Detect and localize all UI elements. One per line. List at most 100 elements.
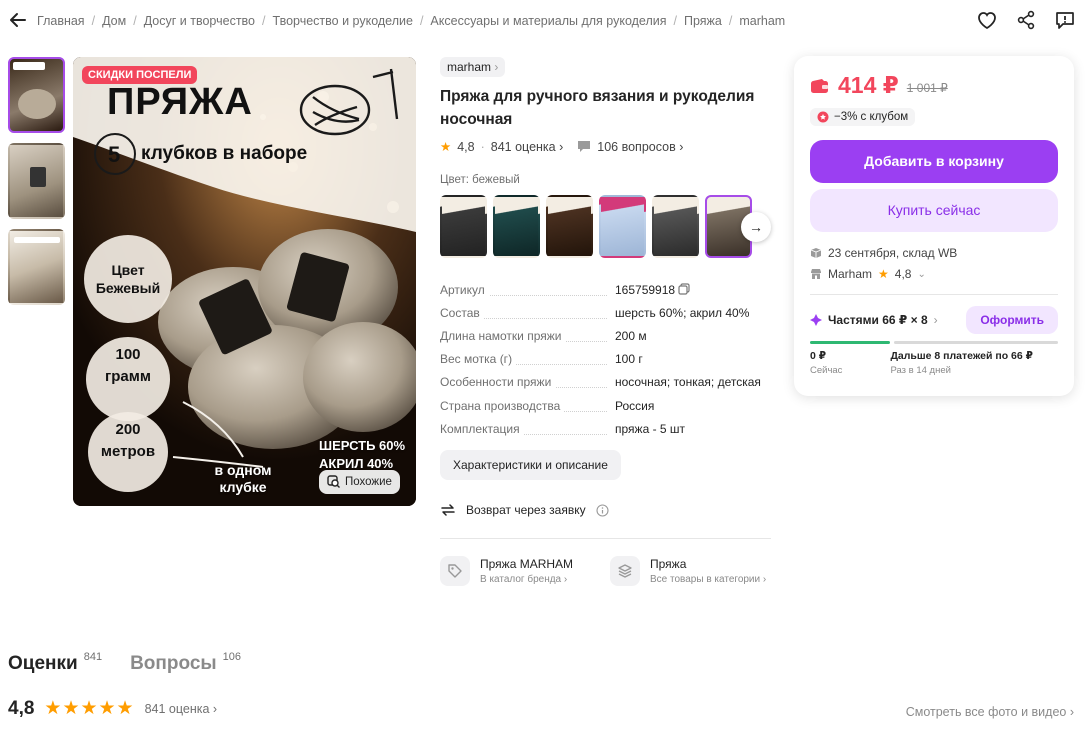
- progress-segment-remaining: [894, 341, 1058, 344]
- rating-count-link[interactable]: 841 оценка ›: [145, 702, 218, 716]
- report-icon[interactable]: [1054, 9, 1076, 31]
- spec-row: Артикул 165759918: [440, 278, 772, 301]
- tag-icon: [440, 556, 470, 587]
- all-photos-link[interactable]: Смотреть все фото и видео ›: [906, 705, 1074, 719]
- breadcrumb-item[interactable]: Творчество и рукоделие: [272, 14, 412, 28]
- chevron-right-icon: ›: [494, 60, 499, 74]
- breadcrumb-separator: /: [262, 14, 266, 28]
- seller-rating: 4,8: [894, 267, 912, 281]
- club-discount-badge[interactable]: −3% с клубом: [810, 108, 916, 126]
- category-links: Пряжа MARHAM В каталог бренда › Пряжа Все …: [440, 556, 772, 587]
- spec-key: Артикул: [440, 282, 489, 297]
- share-icon[interactable]: [1015, 9, 1037, 31]
- buy-now-button[interactable]: Купить сейчас: [810, 189, 1058, 232]
- spec-key: Длина намотки пряжи: [440, 328, 566, 343]
- color-swatch[interactable]: [652, 195, 699, 258]
- chevron-right-icon: ›: [933, 313, 938, 327]
- progress-segment-paid: [810, 341, 890, 344]
- spec-row: Страна производства Россия: [440, 394, 772, 417]
- delivery-info: 23 сентября, склад WB: [810, 246, 1058, 260]
- breadcrumb-separator: /: [673, 14, 677, 28]
- installments-row: Частями 66 ₽ × 8 › Оформить: [810, 306, 1058, 334]
- installments-text: Частями 66 ₽ × 8: [828, 313, 928, 327]
- seller-info[interactable]: Marham ★ 4,8 ⌄: [810, 267, 1058, 281]
- back-arrow-icon[interactable]: [8, 10, 28, 30]
- return-text: Возврат через заявку: [466, 503, 586, 518]
- spec-row: Особенности пряжи носочная; тонкая; детск…: [440, 371, 772, 394]
- copy-icon[interactable]: [678, 282, 691, 295]
- breadcrumb-separator: /: [91, 14, 96, 28]
- installments-schedule: 0 ₽ Сейчас Дальше 8 платежей по 66 ₽ Раз в…: [810, 350, 1058, 376]
- old-price: 1 001 ₽: [906, 80, 948, 95]
- now-amount: 0 ₽: [810, 350, 827, 362]
- color-swatch[interactable]: [599, 195, 646, 258]
- thumbnail-image[interactable]: [8, 143, 65, 219]
- dot-separator: ·: [480, 139, 485, 154]
- return-arrows-icon: [441, 504, 455, 517]
- tab-reviews-label: Оценки: [8, 653, 78, 674]
- star-icon: ★: [440, 140, 452, 154]
- breadcrumb-item[interactable]: Дом: [102, 14, 126, 28]
- spec-value: 200 м: [615, 328, 647, 343]
- shop-icon: [811, 269, 821, 279]
- breadcrumb-item[interactable]: Главная: [37, 14, 85, 28]
- category-subtitle: Все товары в категории ›: [650, 574, 767, 586]
- later-label: Раз в 14 дней: [890, 365, 951, 376]
- spec-row: Комплектация пряжа - 5 шт: [440, 417, 772, 440]
- tab-questions[interactable]: Вопросы 106: [130, 651, 241, 675]
- color-swatch[interactable]: [493, 195, 540, 258]
- characteristics-button[interactable]: Характеристики и описание: [440, 450, 621, 481]
- spec-key: Комплектация: [440, 421, 524, 436]
- now-label: Сейчас: [810, 365, 843, 376]
- breadcrumb-item[interactable]: marham: [739, 14, 785, 28]
- tab-reviews[interactable]: Оценки 841: [8, 651, 102, 675]
- all-photos-label: Смотреть все фото и видео: [905, 705, 1067, 719]
- image-weight-text: 100 грамм: [105, 346, 151, 385]
- rating-summary: 4,8 ★★★★★ 841 оценка ›: [8, 697, 217, 720]
- brand-link[interactable]: marham ›: [440, 57, 506, 77]
- similar-button[interactable]: Похожие: [319, 470, 400, 494]
- breadcrumb-separator: /: [419, 14, 424, 28]
- thumbnail-image[interactable]: [8, 57, 65, 133]
- installments-link[interactable]: Частями 66 ₽ × 8 ›: [810, 313, 938, 327]
- swatches-next-button[interactable]: →: [741, 212, 771, 242]
- spec-value: носочная; тонкая; детская: [615, 375, 761, 390]
- installments-button[interactable]: Оформить: [966, 306, 1058, 334]
- main-product-image[interactable]: СКИДКИ ПОСПЕЛИ ПРЯЖА 5 клубков в наборе …: [73, 57, 416, 506]
- box-icon: [810, 248, 822, 258]
- spec-key: Страна производства: [440, 398, 565, 413]
- tab-questions-count: 106: [222, 651, 241, 663]
- color-swatch[interactable]: [546, 195, 593, 258]
- image-count-text: клубков в наборе: [141, 143, 308, 164]
- brand-catalog-link[interactable]: Пряжа MARHAM В каталог бренда ›: [440, 556, 592, 587]
- thumbnail-image[interactable]: [8, 229, 65, 305]
- questions-link[interactable]: 106 вопросов ›: [597, 140, 683, 154]
- brand-catalog-title: Пряжа MARHAM: [480, 557, 574, 572]
- tab-questions-label: Вопросы: [130, 653, 217, 674]
- club-discount-text: −3% с клубом: [834, 111, 909, 123]
- spec-row: Состав шерсть 60%; акрил 40%: [440, 301, 772, 324]
- similar-button-label: Похожие: [345, 476, 392, 488]
- product-title: Пряжа для ручного вязания и рукоделия но…: [440, 88, 755, 128]
- heart-icon[interactable]: [976, 9, 998, 31]
- reviews-link[interactable]: 841 оценка ›: [491, 140, 564, 154]
- color-label: Цвет: бежевый: [440, 174, 520, 186]
- arrow-right-icon: →: [749, 219, 763, 235]
- image-composition-text: ШЕРСТЬ 60% АКРИЛ 40%: [319, 438, 406, 471]
- color-swatch[interactable]: [440, 195, 487, 258]
- breadcrumb-item[interactable]: Досуг и творчество: [144, 14, 255, 28]
- breadcrumb-item[interactable]: Аксессуары и материалы для рукоделия: [430, 14, 666, 28]
- club-icon: [817, 111, 829, 123]
- seller-name: Marham: [828, 267, 873, 281]
- breadcrumb: Главная / Дом / Досуг и творчество / Творче…: [37, 14, 785, 28]
- product-info: marham › Пряжа для ручного вязания и рук…: [440, 57, 772, 587]
- spec-value: шерсть 60%; акрил 40%: [615, 305, 750, 320]
- image-one-ball-text: в одном клубке: [214, 462, 272, 495]
- spec-value: Россия: [615, 398, 655, 413]
- image-count: 5: [108, 142, 121, 167]
- category-link[interactable]: Пряжа Все товары в категории ›: [610, 556, 767, 587]
- add-to-cart-button[interactable]: Добавить в корзину: [810, 140, 1058, 183]
- info-icon[interactable]: [596, 504, 609, 517]
- rating-stars: ★★★★★: [44, 698, 135, 719]
- breadcrumb-item[interactable]: Пряжа: [684, 14, 722, 28]
